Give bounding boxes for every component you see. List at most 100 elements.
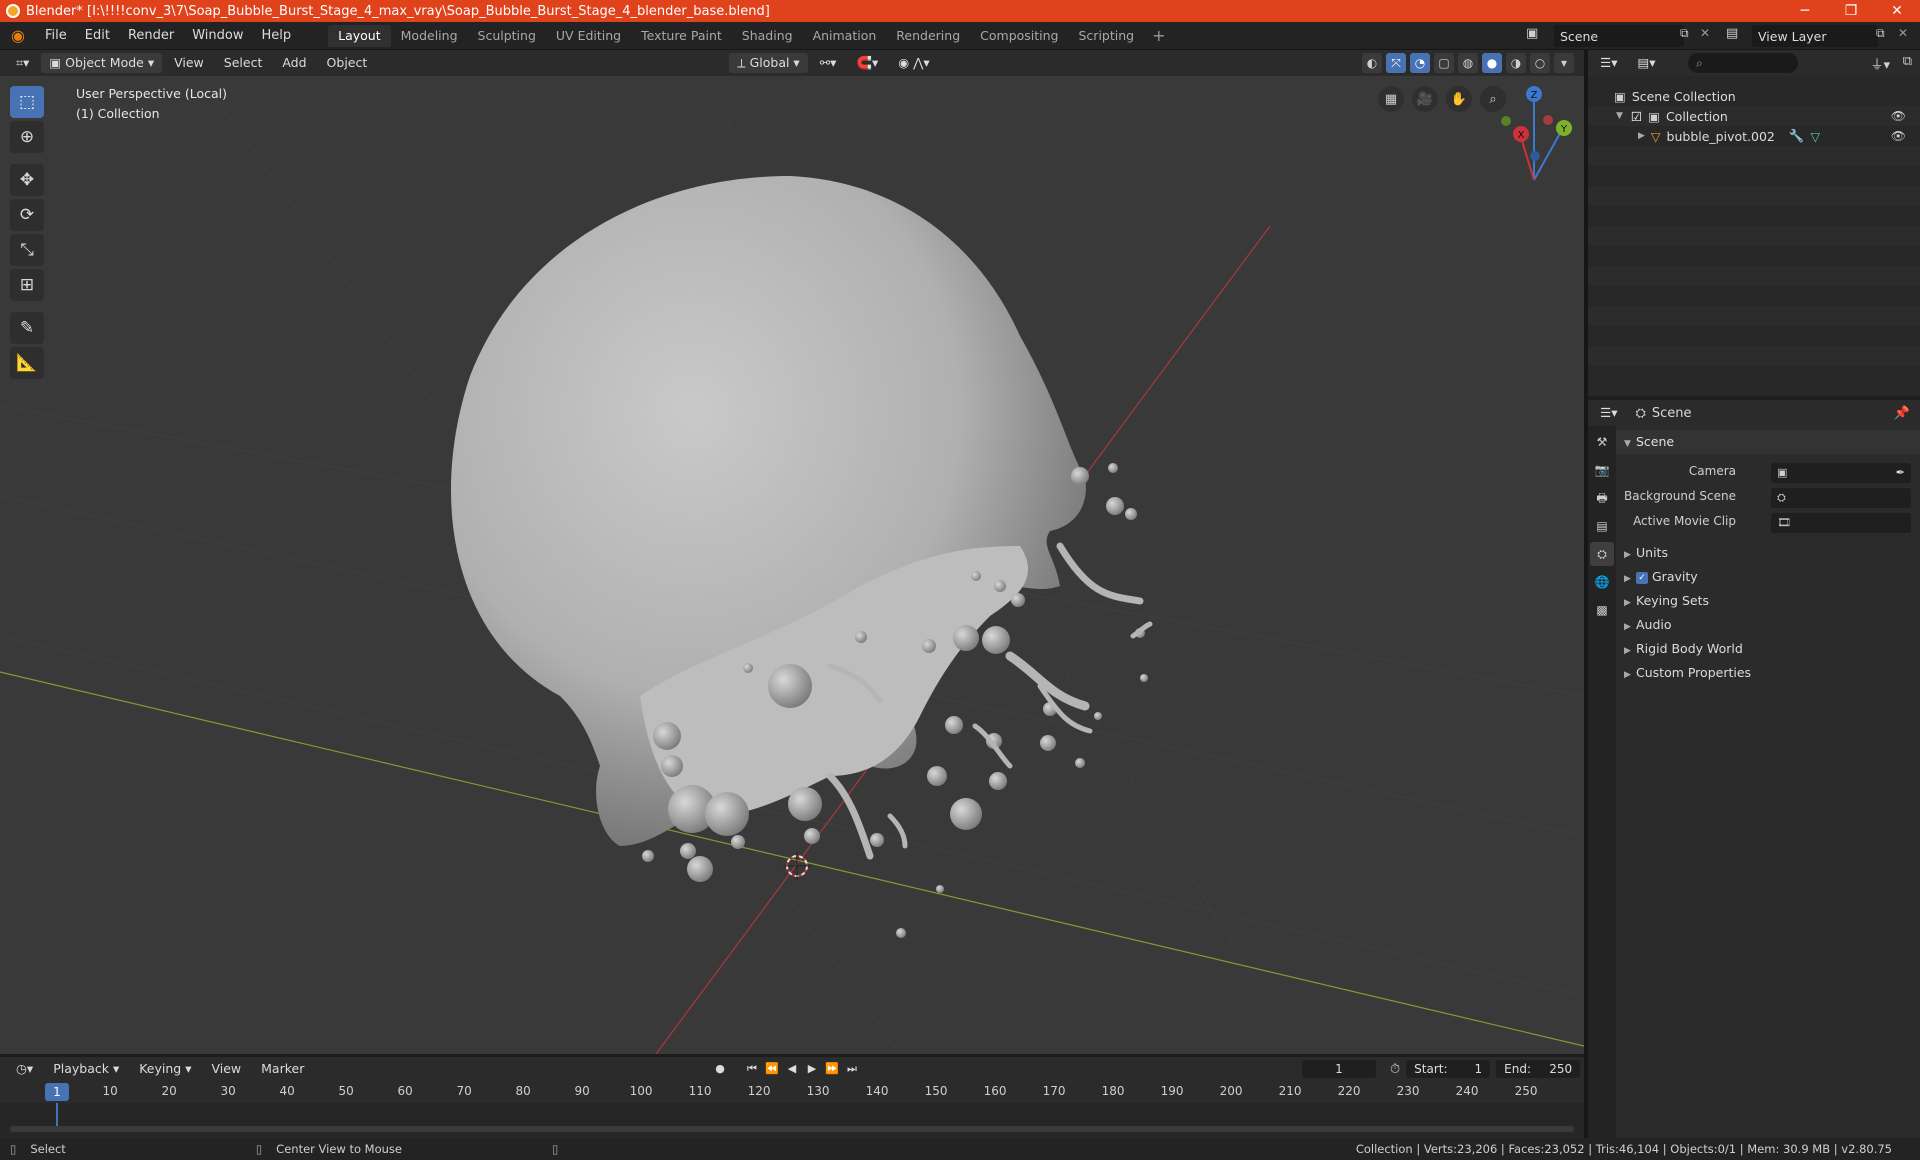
background-scene-field[interactable]: ⛭ (1771, 488, 1911, 508)
view-layer-field[interactable]: View Layer (1752, 25, 1878, 47)
outliner-search-input[interactable]: ⌕ (1688, 53, 1798, 73)
object-visibility-eye-icon[interactable]: 👁 (1891, 129, 1906, 143)
view-layer-tab-icon[interactable]: ▤ (1590, 514, 1614, 538)
menu-render[interactable]: Render (119, 25, 183, 47)
rendered-shading-icon[interactable]: ○ (1530, 53, 1550, 73)
tab-layout[interactable]: Layout (328, 24, 391, 47)
view-menu[interactable]: View (166, 53, 212, 73)
gizmo-toggle-icon[interactable]: ⤧ (1386, 53, 1406, 73)
xray-toggle-icon[interactable]: ▢ (1434, 53, 1454, 73)
end-frame-field[interactable]: End: 250 (1496, 1060, 1581, 1078)
solid-shading-icon[interactable]: ● (1482, 53, 1502, 73)
editor-type-icon[interactable]: ⌗▾ (8, 53, 37, 73)
units-panel[interactable]: ▶ Units (1616, 541, 1920, 565)
scene-name-field[interactable]: Scene (1554, 25, 1684, 47)
marker-menu[interactable]: Marker (253, 1059, 312, 1079)
camera-field[interactable]: ▣ ✒ (1771, 463, 1911, 483)
grid-toggle-icon[interactable]: ▦ (1378, 86, 1404, 112)
render-tab-icon[interactable]: 📷 (1590, 458, 1614, 482)
tab-animation[interactable]: Animation (803, 25, 887, 47)
transform-orientation-dropdown[interactable]: ⟂ Global ▾ (729, 53, 808, 73)
minimize-button[interactable]: ─ (1782, 0, 1828, 22)
outliner-editor-type-icon[interactable]: ☰▾ (1592, 53, 1625, 73)
menu-file[interactable]: File (36, 25, 76, 47)
proportional-edit-icon[interactable]: ◉ ⋀▾ (890, 53, 937, 73)
keying-sets-panel[interactable]: ▶ Keying Sets (1616, 589, 1920, 613)
annotate-tool-icon[interactable]: ✎ (10, 312, 44, 344)
keying-menu[interactable]: Keying ▾ (131, 1059, 199, 1079)
preview-range-icon[interactable]: ⏱ (1390, 1062, 1400, 1077)
object-menu[interactable]: Object (319, 53, 376, 73)
active-movie-clip-field[interactable]: 🎞 (1771, 513, 1911, 533)
snap-icon[interactable]: 🧲▾ (848, 53, 886, 73)
tab-modeling[interactable]: Modeling (391, 25, 468, 47)
menu-window[interactable]: Window (183, 25, 252, 47)
material-shading-icon[interactable]: ◑ (1506, 53, 1526, 73)
eyedropper-icon[interactable]: ✒ (1896, 463, 1905, 483)
next-keyframe-icon[interactable]: ⏩ (824, 1060, 840, 1078)
tab-compositing[interactable]: Compositing (970, 25, 1068, 47)
output-tab-icon[interactable]: 🖶 (1590, 486, 1614, 510)
transform-tool-icon[interactable]: ⊞ (10, 269, 44, 301)
delete-scene-icon[interactable]: ✕ (1700, 26, 1710, 40)
playback-menu[interactable]: Playback ▾ (45, 1059, 127, 1079)
current-frame-marker[interactable]: 1 (45, 1083, 69, 1101)
outliner-row-collection[interactable]: ▼ ☑ ▣ Collection 👁 (1588, 106, 1920, 126)
zoom-icon[interactable]: ⌕ (1480, 86, 1506, 112)
add-menu[interactable]: Add (274, 53, 314, 73)
outliner-row-object[interactable]: ▶ ▽ bubble_pivot.002 🔧 ▽ 👁 (1588, 126, 1920, 146)
rotate-tool-icon[interactable]: ⟳ (10, 199, 44, 231)
scene-panel-header[interactable]: ▼ Scene (1616, 430, 1920, 454)
menu-edit[interactable]: Edit (76, 25, 119, 47)
timeline-body[interactable] (0, 1103, 1584, 1138)
new-view-layer-icon[interactable]: ⧉ (1876, 26, 1885, 41)
select-box-tool-icon[interactable]: ⬚ (10, 86, 44, 118)
properties-editor-type-icon[interactable]: ☰▾ (1592, 403, 1625, 423)
outliner-row-scene-collection[interactable]: ▣ Scene Collection (1588, 86, 1920, 106)
world-tab-icon[interactable]: 🌐 (1590, 570, 1614, 594)
blender-logo-icon[interactable]: ◉ (8, 26, 28, 46)
jump-end-icon[interactable]: ⏭ (844, 1060, 860, 1078)
overlay-toggle-icon[interactable]: ◔ (1410, 53, 1430, 73)
tab-scripting[interactable]: Scripting (1069, 25, 1145, 47)
play-icon[interactable]: ▶ (804, 1060, 820, 1078)
record-icon[interactable]: ● (712, 1060, 728, 1078)
new-scene-icon[interactable]: ⧉ (1680, 26, 1689, 41)
collection-visibility-eye-icon[interactable]: 👁 (1891, 109, 1906, 123)
pin-icon[interactable]: 📌 (1894, 406, 1910, 421)
mode-dropdown[interactable]: ▣ Object Mode ▾ (41, 53, 163, 73)
camera-view-icon[interactable]: 🎥 (1412, 86, 1438, 112)
shading-options-icon[interactable]: ▾ (1554, 53, 1574, 73)
tool-tab-icon[interactable]: ⚒ (1590, 430, 1614, 454)
wireframe-shading-icon[interactable]: ◍ (1458, 53, 1478, 73)
timeline-scrollbar[interactable] (10, 1126, 1574, 1132)
scene-tab-icon[interactable]: ⛭ (1590, 542, 1614, 566)
expand-collection-icon[interactable]: ▼ (1616, 111, 1623, 121)
view-layer-icon[interactable]: ▤ (1726, 26, 1738, 41)
close-button[interactable]: ✕ (1874, 0, 1920, 22)
scale-tool-icon[interactable]: ⤡ (10, 234, 44, 266)
add-workspace-button[interactable]: + (1144, 26, 1173, 45)
audio-panel[interactable]: ▶ Audio (1616, 613, 1920, 637)
gravity-checkbox[interactable]: ✓ (1636, 571, 1648, 584)
tab-uv-editing[interactable]: UV Editing (546, 25, 631, 47)
jump-start-icon[interactable]: ⏮ (744, 1060, 760, 1078)
timeline-view-menu[interactable]: View (203, 1059, 249, 1079)
maximize-button[interactable]: ❐ (1828, 0, 1874, 22)
pan-hand-icon[interactable]: ✋ (1446, 86, 1472, 112)
3d-viewport[interactable]: Z Y X User Perspective (Local) (1) Colle… (0, 76, 1584, 1054)
expand-object-icon[interactable]: ▶ (1638, 131, 1645, 141)
timeline-editor-type-icon[interactable]: ◷▾ (8, 1059, 41, 1079)
cursor-tool-icon[interactable]: ⊕ (10, 121, 44, 153)
mesh-data-icon[interactable]: ▽ (1810, 129, 1820, 144)
measure-tool-icon[interactable]: 📐 (10, 347, 44, 379)
menu-help[interactable]: Help (253, 25, 301, 47)
play-reverse-icon[interactable]: ◀ (784, 1060, 800, 1078)
custom-properties-panel[interactable]: ▶ Custom Properties (1616, 661, 1920, 685)
select-menu[interactable]: Select (216, 53, 271, 73)
modifier-wrench-icon[interactable]: 🔧 (1789, 128, 1805, 144)
move-tool-icon[interactable]: ✥ (10, 164, 44, 196)
texture-tab-icon[interactable]: ▩ (1590, 598, 1614, 622)
rigid-body-world-panel[interactable]: ▶ Rigid Body World (1616, 637, 1920, 661)
visibility-icon[interactable]: ◐ (1362, 53, 1382, 73)
